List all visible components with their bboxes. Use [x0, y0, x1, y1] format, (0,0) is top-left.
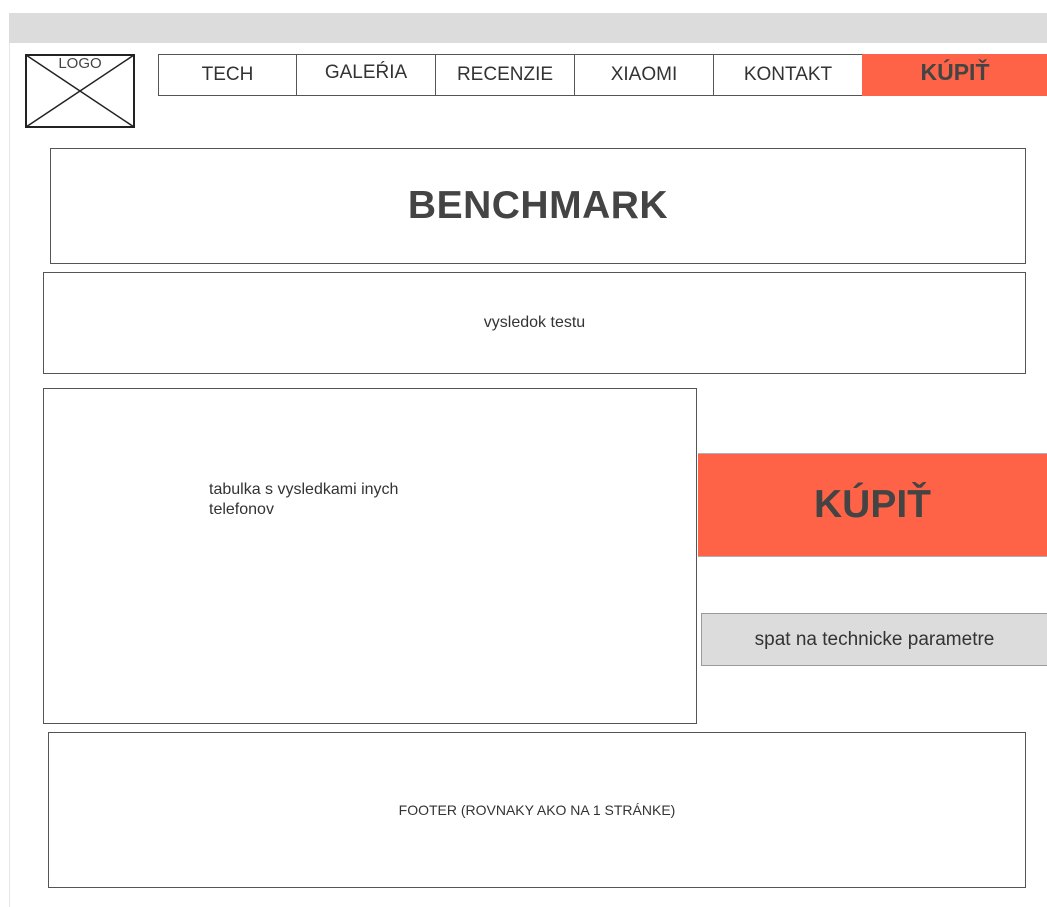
comparison-table-box: tabulka s vysledkami inych telefonov [43, 388, 697, 724]
nav-buy-button[interactable]: KÚPIŤ [862, 54, 1047, 96]
nav-item-recenzie[interactable]: RECENZIE [435, 54, 575, 96]
main-nav: TECH GALEŔIA RECENZIE XIAOMI KONTAKT KÚP… [158, 54, 1047, 96]
test-result-label: vysledok testu [483, 314, 586, 331]
nav-item-galeria[interactable]: GALEŔIA [296, 54, 436, 96]
browser-top-bar [9, 13, 1047, 43]
benchmark-header-box: BENCHMARK [50, 148, 1026, 264]
footer-label: FOOTER (ROVNAKY AKO NA 1 STRÁNKE) [398, 802, 676, 818]
nav-item-tech[interactable]: TECH [158, 54, 297, 96]
logo-placeholder[interactable]: LOGO [25, 54, 135, 128]
buy-button[interactable]: KÚPIŤ [698, 453, 1047, 557]
nav-item-kontakt[interactable]: KONTAKT [713, 54, 863, 96]
back-to-specs-button[interactable]: spat na technicke parametre [701, 613, 1047, 666]
comparison-table-label: tabulka s vysledkami inych telefonov [209, 481, 399, 518]
logo-label: LOGO [58, 55, 102, 72]
page-title: BENCHMARK [407, 184, 669, 227]
test-result-box: vysledok testu [43, 272, 1026, 374]
footer: FOOTER (ROVNAKY AKO NA 1 STRÁNKE) [48, 732, 1026, 888]
frame-edge [9, 43, 10, 907]
nav-item-xiaomi[interactable]: XIAOMI [574, 54, 714, 96]
